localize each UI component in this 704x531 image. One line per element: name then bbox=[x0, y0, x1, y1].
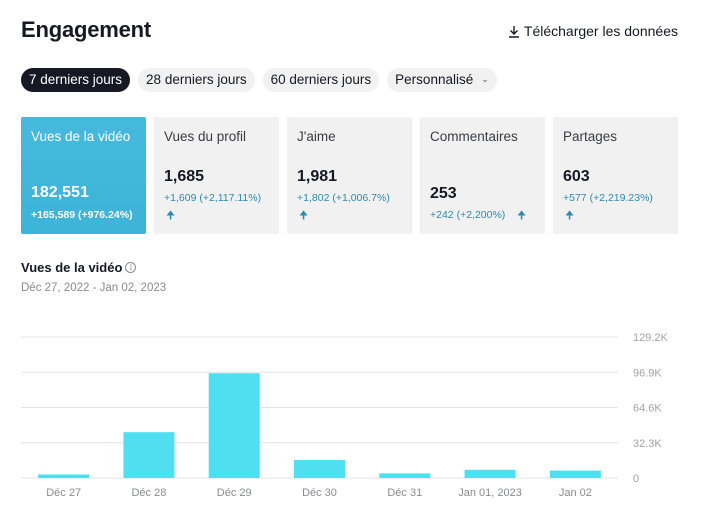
bar bbox=[208, 373, 260, 478]
card-value: 182,551 bbox=[31, 184, 89, 201]
card-label: Partages bbox=[563, 129, 618, 144]
arrow-up-icon: 🠉 bbox=[517, 210, 527, 222]
bar bbox=[294, 459, 345, 478]
card-label: Vues du profil bbox=[164, 129, 247, 144]
card-value: 253 bbox=[430, 185, 457, 202]
metric-cards: Vues de la vidéo 182,551 +165,589 (+976.… bbox=[21, 117, 678, 234]
date-range-tabs: 7 derniers jours 28 derniers jours 60 de… bbox=[21, 68, 497, 92]
tab-label: 60 derniers jours bbox=[270, 72, 372, 87]
arrow-up-icon: 🠉 bbox=[166, 210, 176, 222]
video-views-bar-chart: 0 32.3K 64.6K 96.9K 129.2K Déc 27 Déc 28 Déc 29… bbox=[21, 332, 669, 499]
card-delta: +165,589 (+976.24%) bbox=[31, 209, 133, 221]
download-label: Télécharger les données bbox=[523, 23, 678, 39]
card-delta: +242 (+2,200%) bbox=[430, 209, 506, 221]
bar bbox=[464, 469, 516, 478]
card-video-views[interactable]: Vues de la vidéo 182,551 +165,589 (+976.… bbox=[21, 117, 146, 234]
page-title: Engagement bbox=[21, 17, 152, 42]
x-tick-label: Jan 01, 2023 bbox=[458, 487, 522, 499]
info-icon[interactable]: i bbox=[125, 262, 137, 273]
tab-custom-dropdown[interactable]: Personnalisé ⌄ bbox=[387, 68, 497, 92]
bar bbox=[38, 474, 90, 478]
download-icon bbox=[508, 25, 519, 38]
x-tick-label: Déc 27 bbox=[46, 487, 81, 499]
bar bbox=[123, 432, 175, 478]
x-tick-label: Déc 31 bbox=[387, 487, 422, 499]
chart-date-range: Déc 27, 2022 - Jan 02, 2023 bbox=[21, 282, 167, 294]
card-label: Commentaires bbox=[430, 129, 518, 144]
chart-title-text: Vues de la vidéo bbox=[21, 260, 123, 275]
card-profile-views[interactable]: Vues du profil 1,685 +1,609 (+2,117.11%)… bbox=[154, 117, 279, 234]
card-label: Vues de la vidéo bbox=[31, 129, 131, 144]
chart-title: Vues de la vidéo i bbox=[21, 260, 137, 275]
tab-28-days[interactable]: 28 derniers jours bbox=[138, 68, 255, 92]
card-label: J'aime bbox=[297, 129, 336, 144]
chevron-down-icon: ⌄ bbox=[481, 74, 489, 84]
y-tick-label: 129.2K bbox=[633, 332, 669, 344]
bar bbox=[549, 470, 601, 478]
y-tick-label: 64.6K bbox=[633, 403, 662, 415]
tab-7-days[interactable]: 7 derniers jours bbox=[21, 68, 131, 92]
y-tick-label: 96.9K bbox=[633, 367, 662, 379]
arrow-up-icon: 🠉 bbox=[565, 210, 575, 222]
download-data-button[interactable]: Télécharger les données bbox=[508, 23, 678, 39]
card-delta: +1,802 (+1,006.7%) bbox=[297, 192, 390, 204]
x-tick-label: Déc 30 bbox=[302, 487, 337, 499]
card-shares[interactable]: Partages 603 +577 (+2,219.23%) 🠉 bbox=[553, 117, 678, 234]
y-tick-label: 0 bbox=[633, 473, 639, 485]
tab-label: 7 derniers jours bbox=[29, 72, 123, 87]
tab-60-days[interactable]: 60 derniers jours bbox=[262, 68, 380, 92]
tab-label: 28 derniers jours bbox=[146, 72, 247, 87]
card-value: 1,981 bbox=[297, 168, 338, 185]
card-value: 603 bbox=[563, 168, 590, 185]
arrow-up-icon: 🠉 bbox=[299, 210, 309, 222]
y-tick-label: 32.3K bbox=[633, 438, 662, 450]
card-delta: +1,609 (+2,117.11%) bbox=[164, 192, 262, 204]
card-comments[interactable]: Commentaires 253 +242 (+2,200%) 🠉 bbox=[420, 117, 545, 234]
card-value: 1,685 bbox=[164, 168, 205, 185]
x-tick-label: Déc 28 bbox=[131, 487, 166, 499]
bar bbox=[379, 473, 431, 478]
x-tick-label: Jan 02 bbox=[559, 487, 592, 499]
tab-label: Personnalisé bbox=[395, 72, 474, 87]
card-delta: +577 (+2,219.23%) bbox=[563, 192, 653, 204]
x-tick-label: Déc 29 bbox=[217, 487, 252, 499]
card-likes[interactable]: J'aime 1,981 +1,802 (+1,006.7%) 🠉 bbox=[287, 117, 412, 234]
